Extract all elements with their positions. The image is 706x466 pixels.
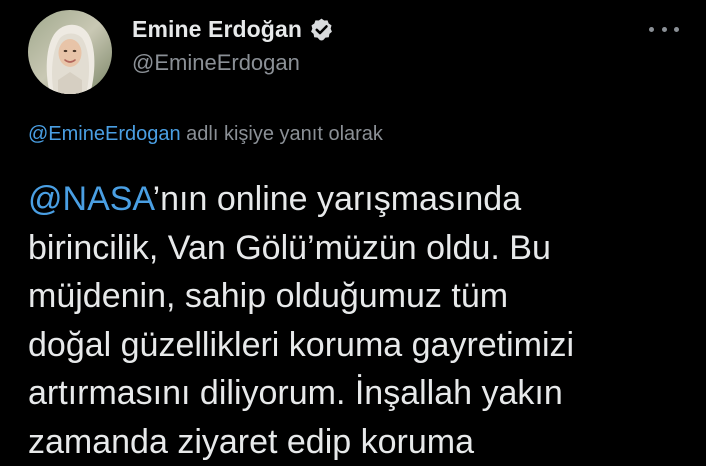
avatar[interactable] — [28, 10, 112, 94]
dot — [662, 27, 667, 32]
author-name-row[interactable]: Emine Erdoğan — [132, 14, 334, 44]
tweet-line-text: ’nın online yarışmasında — [153, 180, 522, 218]
tweet-line: zamanda ziyaret edip koruma — [28, 418, 698, 466]
author-handle[interactable]: @EmineErdogan — [132, 50, 300, 76]
more-options-icon[interactable] — [649, 22, 679, 36]
reply-context: @EmineErdogan adlı kişiye yanıt olarak — [28, 123, 383, 146]
reply-to-handle-link[interactable]: @EmineErdogan — [28, 123, 181, 145]
mention-link[interactable]: @NASA — [28, 180, 153, 218]
tweet-text: @NASA’nın online yarışmasında birincilik… — [28, 175, 698, 466]
author-display-name[interactable]: Emine Erdoğan — [132, 16, 302, 43]
tweet-card: Emine Erdoğan @EmineErdogan @EmineErdoga… — [0, 0, 706, 431]
tweet-line: @NASA’nın online yarışmasında — [28, 175, 698, 224]
dot — [649, 27, 654, 32]
tweet-line: müjdenin, sahip olduğumuz tüm — [28, 272, 698, 321]
tweet-line: artırmasını diliyorum. İnşallah yakın — [28, 369, 698, 418]
tweet-line: doğal güzellikleri koruma gayretimizi — [28, 321, 698, 370]
tweet-line: birincilik, Van Gölü’müzün oldu. Bu — [28, 224, 698, 273]
verified-badge-icon — [309, 17, 334, 42]
dot — [674, 27, 679, 32]
reply-context-text: adlı kişiye yanıt olarak — [181, 123, 383, 145]
profile-photo-icon — [28, 10, 112, 94]
